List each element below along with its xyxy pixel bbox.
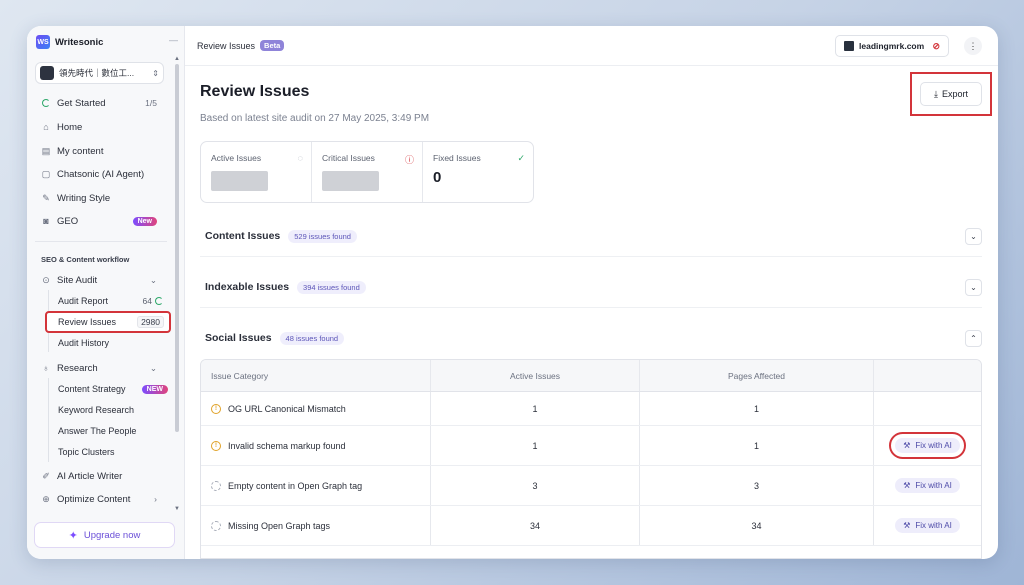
- optimize-icon: ⊕: [42, 493, 50, 504]
- table-row[interactable]: ! Invalid schema markup found 1 1 ⚒ Fix …: [201, 426, 981, 466]
- brand[interactable]: WS Writesonic: [36, 35, 103, 49]
- eye-off-icon[interactable]: ⊘: [932, 41, 940, 52]
- breadcrumb: Review Issues: [197, 40, 256, 51]
- sidebar-item-chatsonic[interactable]: ▢ Chatsonic (AI Agent): [35, 165, 161, 183]
- chat-icon: ▢: [41, 168, 51, 179]
- group-indexable-issues[interactable]: Indexable Issues 394 issues found ⌄: [200, 272, 982, 302]
- check-circle-icon: ✓: [517, 153, 525, 163]
- review-issues-count: 2980: [137, 316, 164, 328]
- domain-name: leadingmrk.com: [859, 41, 925, 51]
- chevron-right-icon: ›: [154, 494, 157, 504]
- sidebar-item-home[interactable]: ⌂ Home: [35, 118, 161, 136]
- table-header: Issue Category Active Issues Pages Affec…: [201, 360, 981, 392]
- writesonic-logo-icon: WS: [36, 35, 50, 49]
- document-icon: ▤: [41, 145, 51, 156]
- fix-with-ai-button[interactable]: ⚒ Fix with AI: [895, 518, 960, 533]
- issues-count-tag: 48 issues found: [279, 331, 345, 345]
- sidebar-item-content-strategy[interactable]: Content Strategy NEW: [58, 380, 168, 398]
- sidebar-item-ai-article-writer[interactable]: ✐ AI Article Writer: [35, 467, 161, 485]
- workspace-select[interactable]: 領先時代｜數位工... ⇕: [35, 62, 164, 84]
- more-options-icon[interactable]: ⋮: [964, 37, 982, 55]
- sidebar-item-writing-style[interactable]: ✎ Writing Style: [35, 189, 161, 207]
- sidebar-item-audit-report[interactable]: Audit Report 64: [58, 292, 168, 310]
- workspace-avatar: [40, 66, 54, 80]
- magic-wand-icon: ⚒: [903, 441, 911, 450]
- sidebar-item-research[interactable]: ♁ Research ⌄: [35, 359, 161, 377]
- app-window: WS Writesonic — 領先時代｜數位工... ⇕ Get Starte…: [27, 26, 998, 559]
- sidebar-item-my-content[interactable]: ▤ My content: [35, 142, 161, 160]
- sidebar-item-site-audit[interactable]: ⊙ Site Audit ⌄: [35, 271, 161, 289]
- stat-fixed-issues: Fixed Issues ✓ 0: [433, 153, 525, 186]
- chevron-updown-icon: ⇕: [152, 68, 159, 78]
- group-content-issues[interactable]: Content Issues 529 issues found ⌄: [200, 221, 982, 251]
- beta-badge: Beta: [260, 40, 285, 51]
- group-social-issues[interactable]: Social Issues 48 issues found ⌃: [200, 323, 982, 353]
- chevron-down-icon[interactable]: ⌄: [965, 278, 982, 296]
- issue-stats: Active Issues ◌ Critical Issues ⓘ Fixed …: [200, 141, 534, 203]
- sidebar-item-topic-clusters[interactable]: Topic Clusters: [58, 443, 168, 461]
- sidebar-item-keyword-research[interactable]: Keyword Research: [58, 401, 168, 419]
- table-row[interactable]: ! OG URL Canonical Mismatch 1 1: [201, 392, 981, 426]
- sidebar-item-audit-history[interactable]: Audit History: [58, 334, 168, 352]
- social-issues-table: Issue Category Active Issues Pages Affec…: [200, 359, 982, 559]
- magic-wand-icon: ⚒: [903, 521, 911, 530]
- chevron-up-icon[interactable]: ⌃: [965, 329, 982, 347]
- chevron-down-icon: ⌄: [149, 274, 157, 285]
- sidebar-item-review-issues[interactable]: Review Issues 2980: [45, 311, 171, 333]
- subnav-line: [48, 378, 49, 462]
- sidebar: WS Writesonic — 領先時代｜數位工... ⇕ Get Starte…: [27, 26, 185, 559]
- sidebar-item-optimize-content[interactable]: ⊕ Optimize Content ›: [35, 490, 161, 508]
- pen-icon: ✐: [42, 470, 50, 481]
- stat-critical-issues: Critical Issues ⓘ: [312, 142, 423, 202]
- redacted-value: [211, 171, 268, 191]
- redacted-value: [322, 171, 379, 191]
- robot-icon: ◙: [43, 216, 49, 226]
- alert-circle-icon: ⓘ: [404, 155, 414, 165]
- audit-report-count: 64: [142, 296, 152, 306]
- sidebar-divider: [35, 241, 167, 242]
- collapse-sidebar-icon[interactable]: —: [169, 35, 178, 45]
- sparkle-icon: ✦: [68, 529, 78, 542]
- warning-icon: !: [211, 440, 221, 451]
- sidebar-item-answer-the-people[interactable]: Answer The People: [58, 422, 168, 440]
- fix-with-ai-button[interactable]: ⚒ Fix with AI: [895, 478, 960, 493]
- dashed-circle-icon: [211, 480, 221, 491]
- export-highlight: ⤓ Export: [910, 72, 992, 116]
- brand-name: Writesonic: [55, 36, 104, 48]
- issues-count-tag: 529 issues found: [288, 229, 357, 243]
- scroll-up-icon[interactable]: ▲: [174, 56, 180, 62]
- issues-count-tag: 394 issues found: [297, 280, 366, 294]
- workspace-name: 領先時代｜數位工...: [59, 68, 135, 78]
- dashed-circle-icon: [211, 520, 221, 531]
- progress-ring-icon: [41, 98, 51, 108]
- dashed-circle-icon: ◌: [297, 153, 303, 163]
- download-icon: ⤓: [934, 88, 938, 99]
- chevron-down-icon[interactable]: ⌄: [965, 227, 982, 245]
- upgrade-button[interactable]: ✦ Upgrade now: [34, 522, 175, 548]
- table-row[interactable]: Empty content in Open Graph tag 3 3 ⚒ Fi…: [201, 466, 981, 506]
- sidebar-item-geo[interactable]: ◙ GEO New: [35, 212, 161, 230]
- new-badge: New: [132, 216, 157, 226]
- magic-wand-icon: ⚒: [903, 481, 911, 490]
- domain-selector[interactable]: leadingmrk.com ⊘: [835, 35, 949, 57]
- sidebar-item-get-started[interactable]: Get Started 1/5: [35, 94, 161, 112]
- export-button[interactable]: ⤓ Export: [920, 82, 982, 106]
- stat-active-issues: Active Issues ◌: [201, 142, 312, 202]
- feather-icon: ✎: [42, 192, 50, 203]
- table-row[interactable]: Missing Open Graph tags 34 34 ⚒ Fix with…: [201, 506, 981, 546]
- sidebar-section-title: SEO & Content workflow: [41, 255, 130, 264]
- audit-search-icon: ⊙: [42, 274, 50, 285]
- page-title: Review Issues: [200, 83, 310, 100]
- lightbulb-icon: ♁: [42, 363, 50, 373]
- fix-with-ai-button[interactable]: ⚒ Fix with AI: [889, 432, 966, 459]
- page-subtitle: Based on latest site audit on 27 May 202…: [200, 113, 430, 124]
- loading-icon: [155, 297, 163, 305]
- warning-icon: !: [211, 403, 221, 414]
- home-icon: ⌂: [43, 122, 49, 132]
- chevron-down-icon: ⌄: [149, 362, 157, 373]
- new-badge: NEW: [141, 384, 168, 394]
- scroll-down-icon[interactable]: ▼: [174, 506, 180, 512]
- sidebar-scrollbar[interactable]: [175, 64, 179, 432]
- site-favicon-icon: [844, 41, 854, 51]
